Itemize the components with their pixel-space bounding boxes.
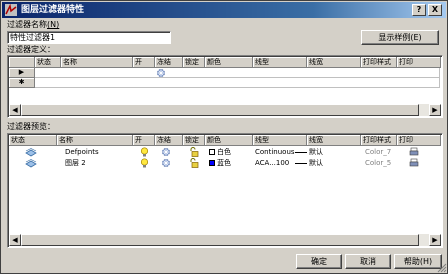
scroll-thumb[interactable] — [21, 104, 419, 116]
ok-button[interactable]: 确定 — [296, 254, 342, 269]
help-title-button[interactable]: ? — [412, 4, 426, 16]
lightbulb-on-icon[interactable] — [140, 147, 149, 157]
preview-col-color[interactable]: 颜色 — [205, 135, 253, 146]
color-swatch — [209, 149, 215, 155]
layer-color[interactable]: 白色 — [209, 148, 231, 157]
definition-col-lineweight[interactable]: 线宽 — [307, 57, 361, 68]
snowflake-icon[interactable] — [161, 147, 171, 157]
lineweight-line-icon — [295, 162, 307, 164]
definition-col-name[interactable]: 名称 — [61, 57, 133, 68]
definition-horizontal-scrollbar[interactable]: ◀ ▶ — [9, 104, 441, 116]
preview-col-plotstyle[interactable]: 打印样式 — [361, 135, 397, 146]
layer-plotstyle: Color_5 — [365, 159, 392, 167]
lightbulb-on-icon[interactable] — [140, 158, 149, 168]
layer-name: Defpoints — [65, 148, 99, 156]
resize-grip-icon[interactable] — [437, 263, 447, 273]
layer-lineweight[interactable]: 默认 — [295, 148, 323, 157]
definition-col-plot[interactable]: 打印 — [397, 57, 441, 68]
lineweight-value: 默认 — [309, 159, 323, 167]
filter-name-shortcut: (N) — [47, 20, 60, 29]
layer-plotstyle: Color_7 — [365, 148, 392, 156]
lineweight-line-icon — [295, 151, 307, 153]
table-row[interactable]: Defpoints 白色 Continuous 默认 Color_7 — [9, 147, 441, 158]
preview-col-name[interactable]: 名称 — [57, 135, 133, 146]
layer-name: 图层 2 — [65, 159, 86, 167]
layer-color[interactable]: 蓝色 — [209, 159, 231, 168]
preview-col-lock[interactable]: 锁定 — [183, 135, 205, 146]
show-example-button[interactable]: 显示样例(E) — [361, 30, 439, 45]
dialog-title: 图层过滤器特性 — [21, 5, 85, 15]
preview-col-freeze[interactable]: 冻结 — [155, 135, 183, 146]
definition-col-color[interactable]: 颜色 — [205, 57, 253, 68]
layer-linetype[interactable]: ACA...100 — [255, 159, 289, 168]
filter-name-input[interactable]: 特性过滤器1 — [7, 31, 171, 44]
color-swatch — [209, 160, 215, 166]
scroll-left-icon[interactable]: ◀ — [9, 234, 21, 246]
snowflake-icon[interactable] — [156, 68, 166, 78]
preview-header: 状态 名称 开 冻结 锁定 颜色 线型 线宽 打印样式 打印 — [9, 135, 441, 146]
preview-horizontal-scrollbar[interactable]: ◀ ▶ — [9, 234, 441, 246]
app-icon — [5, 4, 17, 16]
color-name: 蓝色 — [217, 159, 231, 167]
cancel-button[interactable]: 取消 — [345, 254, 391, 269]
preview-col-plot[interactable]: 打印 — [397, 135, 441, 146]
scroll-thumb[interactable] — [21, 234, 419, 246]
preview-col-linetype[interactable]: 线型 — [253, 135, 307, 146]
preview-col-on[interactable]: 开 — [133, 135, 155, 146]
layer-status-icon — [25, 159, 37, 168]
definition-header: 状态 名称 开 冻结 锁定 颜色 线型 线宽 打印样式 打印 — [9, 57, 441, 68]
definition-row-marker-current[interactable]: ▶ — [9, 68, 35, 78]
scroll-right-icon[interactable]: ▶ — [429, 104, 441, 116]
filter-preview-grid[interactable]: 状态 名称 开 冻结 锁定 颜色 线型 线宽 打印样式 打印 Defpoints — [7, 133, 443, 248]
title-bar[interactable]: 图层过滤器特性 ? X — [2, 2, 446, 18]
definition-col-plotstyle[interactable]: 打印样式 — [361, 57, 397, 68]
table-row[interactable]: 图层 2 蓝色 ACA...100 默认 Color_5 — [9, 158, 441, 169]
definition-col-freeze[interactable]: 冻结 — [155, 57, 183, 68]
help-button[interactable]: 帮助(H) — [394, 254, 442, 269]
filter-name-label-text: 过滤器名称 — [7, 20, 47, 29]
filter-preview-label: 过滤器预览： — [7, 122, 55, 131]
preview-col-lineweight[interactable]: 线宽 — [307, 135, 361, 146]
definition-col-lock[interactable]: 锁定 — [183, 57, 205, 68]
definition-col-on[interactable]: 开 — [133, 57, 155, 68]
definition-row[interactable] — [35, 68, 440, 78]
filter-definition-label: 过滤器定义： — [7, 45, 55, 54]
layer-lineweight[interactable]: 默认 — [295, 159, 323, 168]
unlock-icon[interactable] — [189, 147, 199, 157]
close-button[interactable]: X — [428, 4, 442, 16]
layer-linetype[interactable]: Continuous — [255, 148, 295, 157]
unlock-icon[interactable] — [189, 158, 199, 168]
lineweight-value: 默认 — [309, 148, 323, 156]
printer-icon[interactable] — [409, 147, 419, 157]
printer-icon[interactable] — [409, 158, 419, 168]
definition-col-linetype[interactable]: 线型 — [253, 57, 307, 68]
definition-col-status[interactable]: 状态 — [35, 57, 61, 68]
layer-filter-properties-dialog: 图层过滤器特性 ? X 过滤器名称(N) 特性过滤器1 显示样例(E) 过滤器定… — [0, 0, 448, 274]
layer-status-icon — [25, 148, 37, 157]
scroll-left-icon[interactable]: ◀ — [9, 104, 21, 116]
definition-row[interactable] — [35, 78, 440, 88]
snowflake-icon[interactable] — [161, 158, 171, 168]
color-name: 白色 — [217, 148, 231, 156]
preview-col-status[interactable]: 状态 — [9, 135, 57, 146]
filter-definition-grid[interactable]: 状态 名称 开 冻结 锁定 颜色 线型 线宽 打印样式 打印 ▶ ✱ ◀ ▶ — [7, 55, 443, 118]
scroll-right-icon[interactable]: ▶ — [429, 234, 441, 246]
definition-header-corner — [9, 57, 35, 68]
filter-name-label: 过滤器名称(N) — [7, 20, 59, 30]
definition-row-marker-new[interactable]: ✱ — [9, 78, 35, 88]
